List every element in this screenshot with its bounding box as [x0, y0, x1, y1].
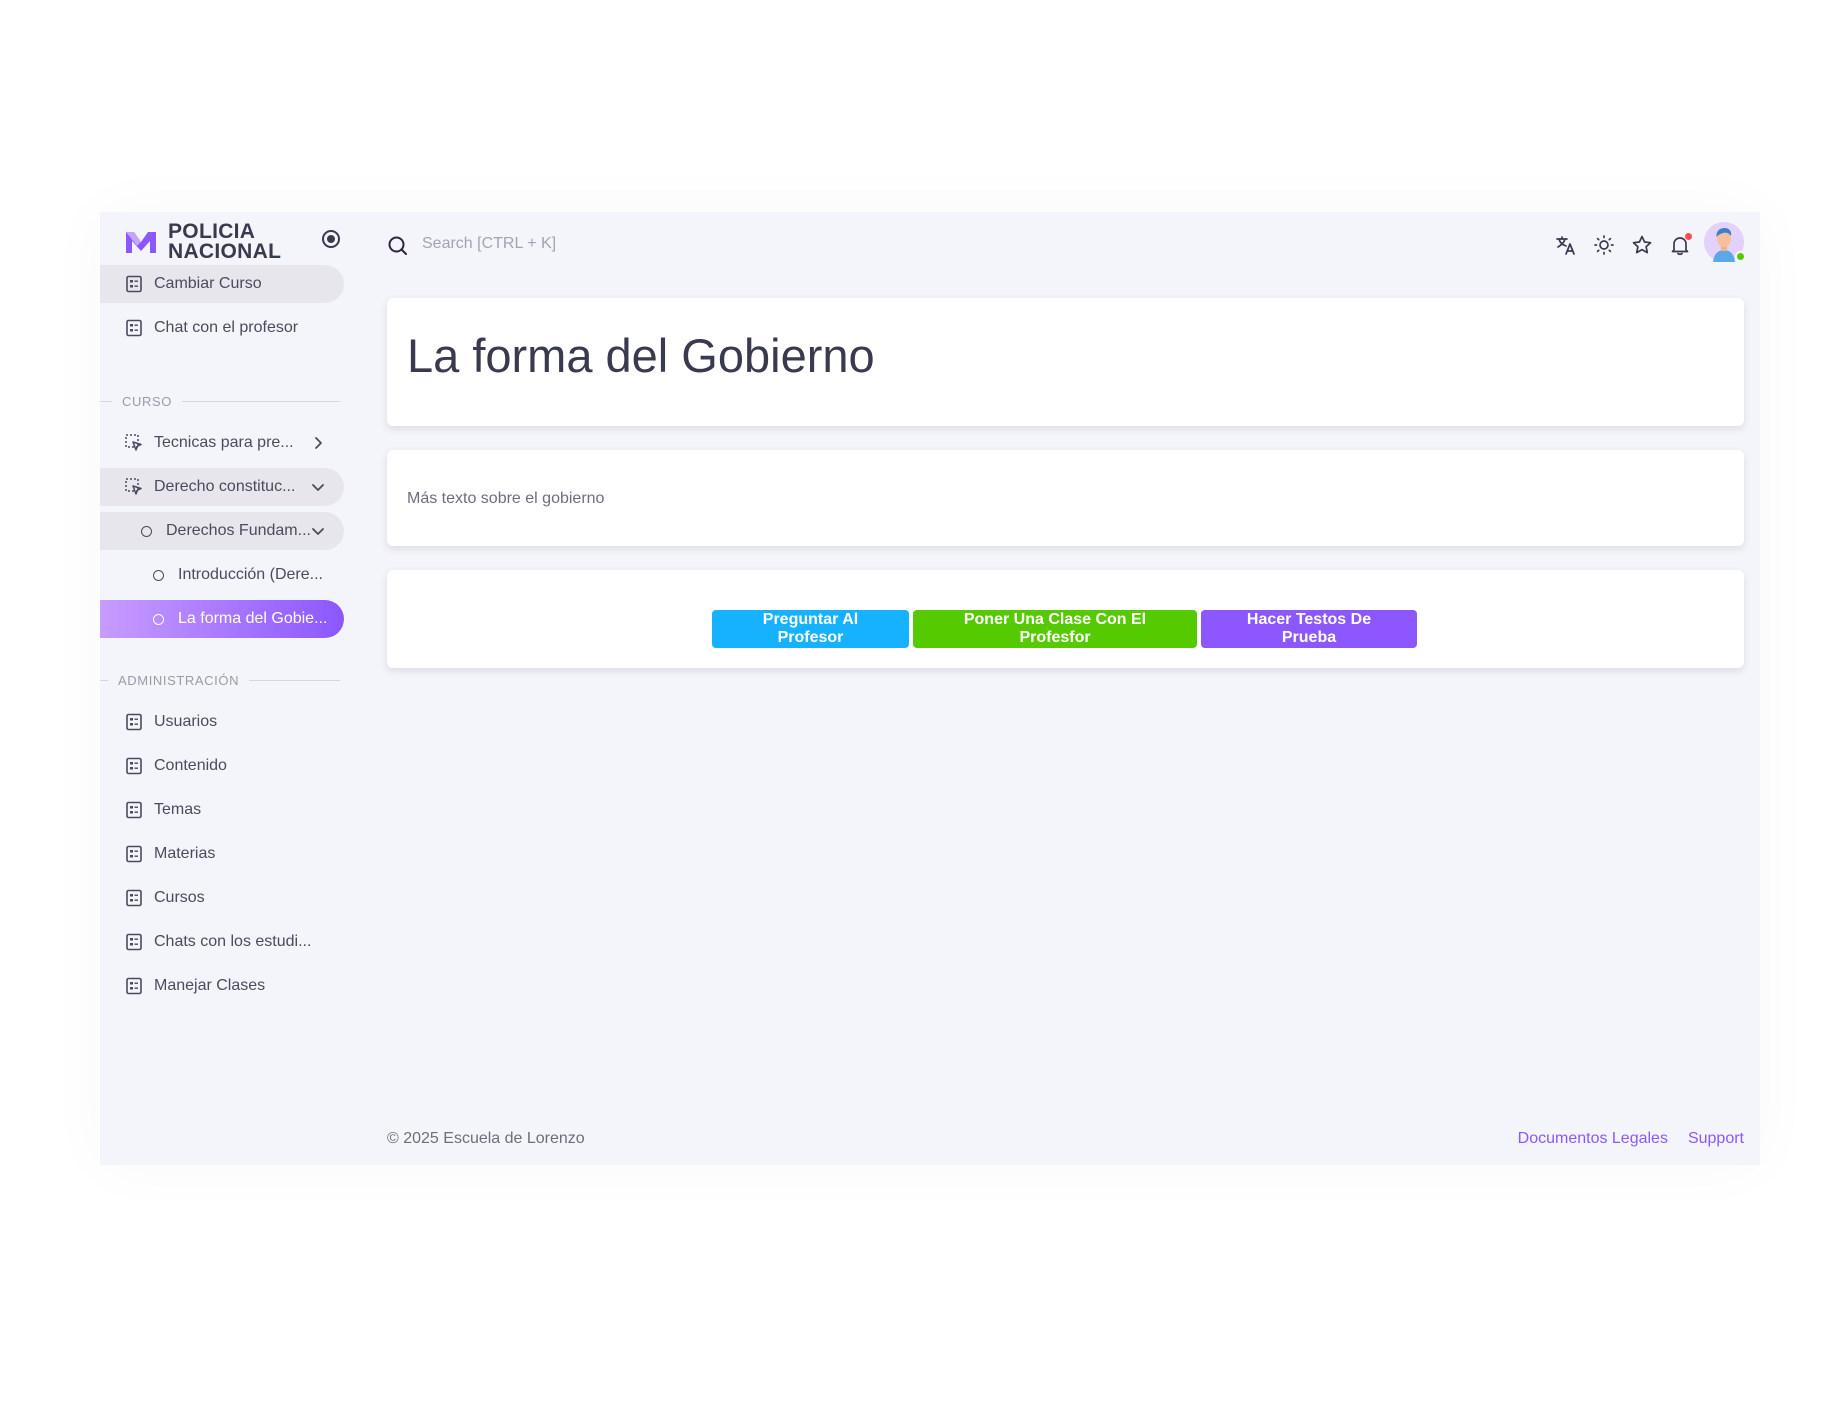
actions-card: Preguntar Al Profesor Poner Una Clase Co… — [387, 570, 1744, 668]
search-input[interactable] — [422, 230, 722, 258]
content-card: Más texto sobre el gobierno — [387, 450, 1744, 546]
chevron-right-icon — [315, 437, 322, 449]
sidebar-item-label: Contenido — [154, 757, 227, 774]
ask-teacher-button[interactable]: Preguntar Al Profesor — [712, 610, 909, 648]
search-icon[interactable] — [386, 234, 410, 258]
avatar[interactable] — [1704, 222, 1746, 262]
translate-icon[interactable] — [1553, 232, 1579, 258]
footer-links: Documentos Legales Support — [1518, 1130, 1744, 1148]
app-frame: POLICIA NACIONAL Cambiar Curso Chat con … — [100, 212, 1760, 1165]
sidebar-item-contenido[interactable]: Contenido — [100, 747, 344, 785]
brand-logo-icon — [126, 232, 156, 253]
sidebar-item-tecnicas[interactable]: Tecnicas para pre... — [100, 424, 344, 462]
section-label-text: ADMINISTRACIÓN — [118, 673, 240, 688]
sidebar-item-la-forma-del-gobierno[interactable]: La forma del Gobie... — [100, 600, 344, 638]
legal-documents-link[interactable]: Documentos Legales — [1518, 1130, 1668, 1148]
sidebar-item-label: Derecho constituc... — [154, 478, 296, 495]
sidebar-item-label: Derechos Fundam... — [166, 522, 311, 539]
sidebar-item-derecho-constitucional[interactable]: Derecho constituc... — [100, 468, 344, 506]
footer-copyright: © 2025 Escuela de Lorenzo — [387, 1130, 585, 1147]
online-status-dot — [1735, 251, 1746, 262]
sidebar-item-derechos-fundamentales[interactable]: Derechos Fundam... — [100, 512, 344, 550]
action-buttons: Preguntar Al Profesor Poner Una Clase Co… — [712, 610, 1417, 648]
support-link[interactable]: Support — [1688, 1130, 1744, 1148]
sidebar-item-label: Tecnicas para pre... — [154, 434, 294, 451]
sidebar: POLICIA NACIONAL Cambiar Curso Chat con … — [100, 212, 350, 1165]
sun-icon[interactable] — [1591, 232, 1617, 258]
brand-line-1: POLICIA — [168, 220, 256, 243]
section-label-curso: CURSO — [100, 394, 340, 409]
document-list-icon — [124, 274, 144, 294]
title-card: La forma del Gobierno — [387, 298, 1744, 426]
sidebar-item-label: Cambiar Curso — [154, 275, 262, 292]
sidebar-item-label: Chats con los estudi... — [154, 933, 312, 950]
brand-line-2: NACIONAL — [168, 240, 282, 263]
circle-icon — [136, 521, 156, 541]
star-icon[interactable] — [1629, 232, 1655, 258]
sidebar-item-chats-estudiantes[interactable]: Chats con los estudi... — [100, 923, 344, 961]
sidebar-item-label: Usuarios — [154, 713, 218, 730]
sidebar-item-cursos[interactable]: Cursos — [100, 879, 344, 917]
schedule-class-button[interactable]: Poner Una Clase Con El Profesfor — [913, 610, 1197, 648]
practice-tests-button[interactable]: Hacer Testos De Prueba — [1201, 610, 1417, 648]
sidebar-item-label: Manejar Clases — [154, 977, 266, 994]
sidebar-item-label: La forma del Gobie... — [178, 610, 328, 627]
document-list-icon — [124, 844, 144, 864]
document-list-icon — [124, 800, 144, 820]
section-label-administracion: ADMINISTRACIÓN — [100, 673, 340, 688]
sidebar-item-introduccion[interactable]: Introducción (Dere... — [100, 556, 344, 594]
sidebar-item-label: Cursos — [154, 889, 205, 906]
bell-icon[interactable] — [1667, 232, 1693, 258]
chevron-down-icon — [312, 484, 324, 491]
page-title: La forma del Gobierno — [407, 329, 875, 382]
content-text: Más texto sobre el gobierno — [407, 490, 605, 507]
select-cursor-icon — [124, 433, 144, 453]
brand-name: POLICIA NACIONAL — [168, 220, 282, 263]
sidebar-item-label: Materias — [154, 845, 216, 862]
chevron-down-icon — [312, 528, 324, 535]
sidebar-item-cambiar-curso[interactable]: Cambiar Curso — [100, 265, 344, 303]
sidebar-item-label: Temas — [154, 801, 202, 818]
document-list-icon — [124, 932, 144, 952]
sidebar-collapse-toggle-icon[interactable] — [322, 230, 340, 248]
document-list-icon — [124, 976, 144, 996]
document-list-icon — [124, 712, 144, 732]
sidebar-item-label: Introducción (Dere... — [178, 566, 323, 583]
brand[interactable]: POLICIA NACIONAL — [124, 220, 282, 263]
sidebar-item-chat-profesor[interactable]: Chat con el profesor — [100, 309, 344, 347]
sidebar-item-temas[interactable]: Temas — [100, 791, 344, 829]
document-list-icon — [124, 318, 144, 338]
section-label-text: CURSO — [122, 394, 172, 409]
sidebar-item-usuarios[interactable]: Usuarios — [100, 703, 344, 741]
circle-icon — [148, 609, 168, 629]
document-list-icon — [124, 888, 144, 908]
select-cursor-icon — [124, 477, 144, 497]
notification-dot — [1685, 233, 1692, 240]
sidebar-item-manejar-clases[interactable]: Manejar Clases — [100, 967, 344, 1005]
sidebar-item-label: Chat con el profesor — [154, 319, 299, 336]
document-list-icon — [124, 756, 144, 776]
sidebar-item-materias[interactable]: Materias — [100, 835, 344, 873]
circle-icon — [148, 565, 168, 585]
